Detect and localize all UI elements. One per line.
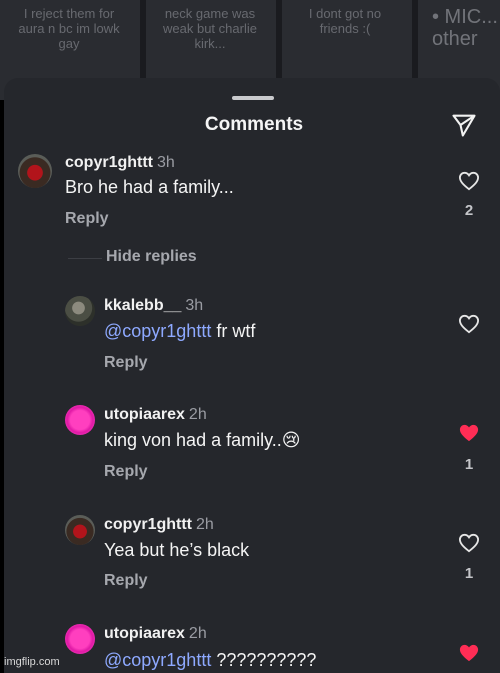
heart-filled-icon[interactable] <box>458 423 480 443</box>
avatar[interactable] <box>18 154 52 188</box>
comment-time: 2h <box>188 406 207 423</box>
comments-sheet: Comments copyr1ghttt 3h Bro he had a fami… <box>4 78 500 673</box>
avatar[interactable] <box>65 296 95 326</box>
avatar[interactable] <box>65 405 95 435</box>
comment-time: 2h <box>196 516 214 533</box>
like-count: 1 <box>464 565 474 582</box>
comment-text-rest: fr wtf <box>211 321 256 341</box>
comment-time: 2h <box>188 625 207 642</box>
reel-caption: • MIC... other <box>432 6 498 50</box>
reel-caption: I dont got no friends :( <box>308 6 382 36</box>
hide-replies-button[interactable]: Hide replies <box>106 248 197 266</box>
username-text[interactable]: copyr1ghttt <box>104 516 192 533</box>
paper-plane-icon[interactable] <box>450 111 478 139</box>
like-count: 2 <box>464 202 474 219</box>
thread-divider <box>68 258 102 259</box>
sheet-drag-handle[interactable] <box>232 96 274 100</box>
comment-time: 3h <box>185 297 204 314</box>
comment-username[interactable]: utopiaarex 2h <box>104 625 207 643</box>
heart-icon[interactable] <box>458 314 480 334</box>
comment-time: 3h <box>157 154 175 171</box>
comment-text: @copyr1ghttt fr wtf <box>104 321 255 342</box>
heart-filled-icon[interactable] <box>458 643 480 663</box>
like-count: 1 <box>464 456 474 473</box>
username-text[interactable]: copyr1ghttt <box>65 154 153 171</box>
username-text[interactable]: utopiaarex <box>104 625 185 642</box>
mention-link[interactable]: @copyr1ghttt <box>104 650 211 670</box>
comment-text: Bro he had a family... <box>65 177 234 197</box>
reply-button[interactable]: Reply <box>104 572 148 590</box>
sheet-title: Comments <box>204 114 304 135</box>
reply-button[interactable]: Reply <box>65 210 109 228</box>
reply-button[interactable]: Reply <box>104 463 148 481</box>
heart-icon[interactable] <box>458 533 480 553</box>
reel-caption: I reject them for aura n bc im lowk gay <box>18 6 120 51</box>
comment-username[interactable]: kkalebb__ 3h <box>104 297 203 315</box>
reel-caption: neck game was weak but charlie kirk... <box>163 6 257 51</box>
heart-icon[interactable] <box>458 171 480 191</box>
avatar[interactable] <box>65 515 95 545</box>
reply-button[interactable]: Reply <box>104 354 148 372</box>
comment-username[interactable]: copyr1ghttt 2h <box>104 516 214 534</box>
avatar[interactable] <box>65 624 95 654</box>
mention-link[interactable]: @copyr1ghttt <box>104 321 211 341</box>
comment-text: king von had a family..😢 <box>104 430 301 450</box>
comment-username[interactable]: copyr1ghttt 3h <box>65 154 175 172</box>
username-text[interactable]: utopiaarex <box>104 406 185 423</box>
comment-text-rest: ?????????? <box>211 650 317 670</box>
comment-text: @copyr1ghttt ?????????? <box>104 650 316 671</box>
comment-username[interactable]: utopiaarex 2h <box>104 406 207 424</box>
username-text[interactable]: kkalebb__ <box>104 297 181 314</box>
watermark: imgflip.com <box>4 656 60 668</box>
comment-text: Yea but he’s black <box>104 540 250 560</box>
